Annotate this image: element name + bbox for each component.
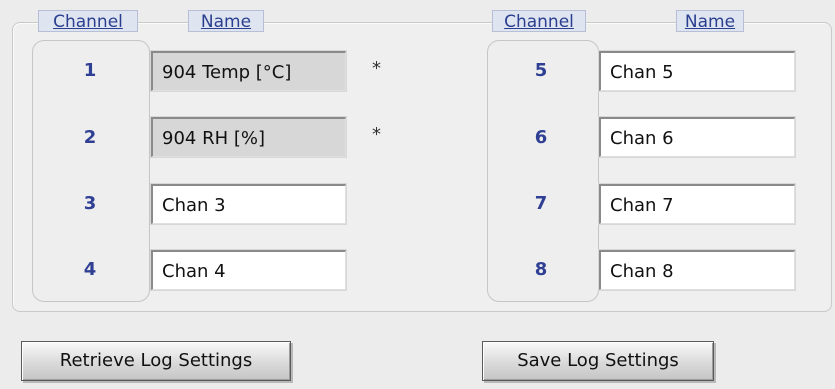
save-log-settings-button[interactable]: Save Log Settings [482,341,714,381]
channel-number-2: 2 [83,127,97,148]
channel-6-name-field[interactable]: Chan 6 [598,116,796,158]
channel-1-name-field: 904 Temp [°C] [150,50,347,92]
channel-8-name-field[interactable]: Chan 8 [598,249,796,291]
right-name-header: Name [676,10,744,32]
channel-1-asterisk: * [372,58,381,79]
channel-number-5: 5 [534,60,548,81]
channel-number-8: 8 [534,259,548,280]
channel-3-name-field[interactable]: Chan 3 [150,183,347,225]
channel-number-4: 4 [83,259,97,280]
channel-number-6: 6 [534,127,548,148]
channel-number-7: 7 [534,193,548,214]
channel-2-name-field: 904 RH [%] [150,116,347,158]
channel-number-3: 3 [83,193,97,214]
channel-2-asterisk: * [372,124,381,145]
channel-number-1: 1 [83,60,97,81]
left-channel-header: Channel [38,10,138,32]
left-name-header: Name [188,10,264,32]
right-channel-header: Channel [492,10,586,32]
channel-7-name-field[interactable]: Chan 7 [598,183,796,225]
channel-4-name-field[interactable]: Chan 4 [150,249,347,291]
retrieve-log-settings-button[interactable]: Retrieve Log Settings [21,341,291,381]
channel-5-name-field[interactable]: Chan 5 [598,50,796,92]
